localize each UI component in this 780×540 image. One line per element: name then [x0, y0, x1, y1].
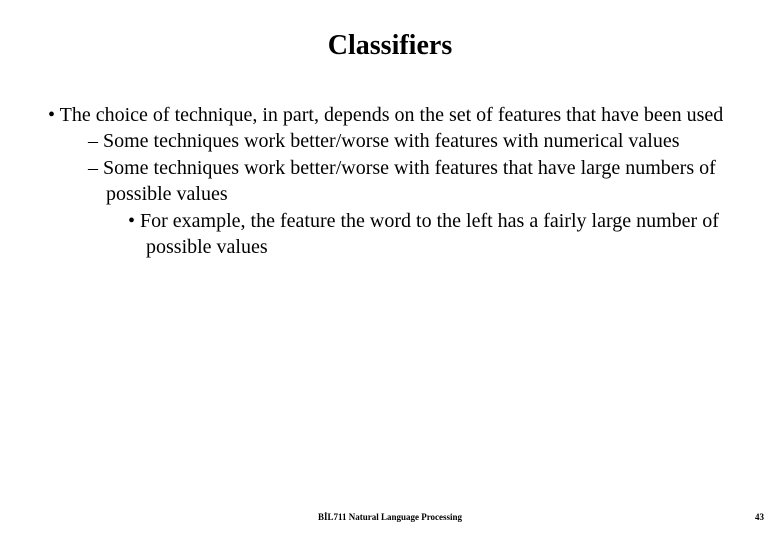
bullet-level-3: For example, the feature the word to the… — [24, 208, 756, 261]
bullet-level-2: Some techniques work better/worse with f… — [24, 155, 756, 208]
bullet-level-1: The choice of technique, in part, depend… — [24, 102, 756, 128]
bullet-level-2: Some techniques work better/worse with f… — [24, 128, 756, 154]
footer-text: BİL711 Natural Language Processing — [0, 512, 780, 522]
slide-title: Classifiers — [24, 30, 756, 62]
slide: Classifiers The choice of technique, in … — [0, 0, 780, 540]
page-number: 43 — [755, 512, 764, 522]
slide-content: The choice of technique, in part, depend… — [24, 102, 756, 260]
